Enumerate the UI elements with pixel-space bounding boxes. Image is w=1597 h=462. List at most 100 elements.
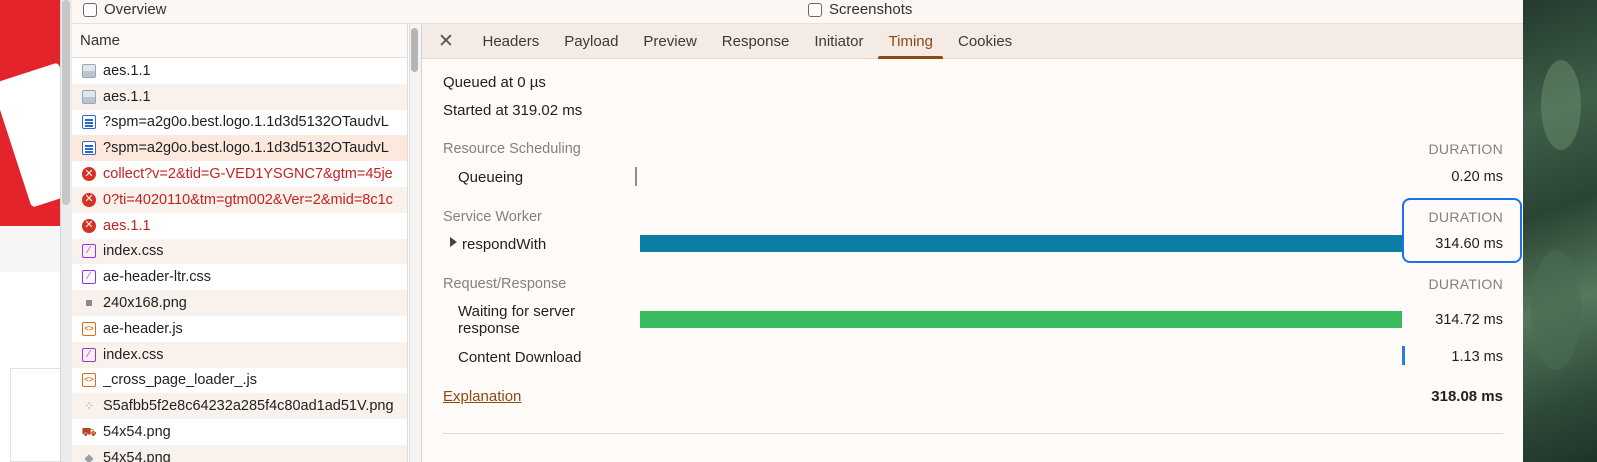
focus-highlight bbox=[1402, 198, 1522, 263]
expand-triangle-icon[interactable] bbox=[450, 237, 457, 247]
stylesheet-icon: ⁄ bbox=[82, 270, 96, 285]
request-name: S5afbb5f2e8c64232a285f4c80ad1ad51V.png bbox=[103, 398, 394, 415]
request-row[interactable]: <> _cross_page_loader_.js bbox=[72, 368, 407, 394]
section-divider bbox=[443, 433, 1503, 434]
desktop-wallpaper bbox=[1523, 0, 1597, 462]
name-column-header[interactable]: Name bbox=[72, 24, 407, 58]
request-name: collect?v=2&tid=G-VED1YSGNC7&gtm=45je bbox=[103, 166, 393, 183]
request-row[interactable]: ⁄ ae-header-ltr.css bbox=[72, 264, 407, 290]
service-worker-title: Service Worker bbox=[443, 209, 542, 225]
document-icon bbox=[82, 141, 96, 156]
respondwith-label[interactable]: respondWith bbox=[462, 236, 546, 253]
total-duration: 318.08 ms bbox=[1431, 388, 1503, 405]
request-row-failed[interactable]: ✕ aes.1.1 bbox=[72, 213, 407, 239]
started-at-text: Started at 319.02 ms bbox=[443, 102, 583, 119]
request-detail-pane: ✕ Headers Payload Preview Response Initi… bbox=[422, 24, 1523, 462]
request-name: ?spm=a2g0o.best.logo.1.1d3d5132OTaudvL bbox=[103, 114, 389, 131]
request-row-failed[interactable]: ✕ collect?v=2&tid=G-VED1YSGNC7&gtm=45je bbox=[72, 161, 407, 187]
waiting-bar bbox=[640, 311, 1402, 328]
devtools-network-panel: Overview Screenshots Name aes.1.1 aes.1.… bbox=[72, 0, 1523, 462]
tab-response[interactable]: Response bbox=[709, 24, 802, 58]
error-icon: ✕ bbox=[82, 167, 96, 182]
request-row[interactable]: ⁄ index.css bbox=[72, 341, 407, 368]
explanation-link[interactable]: Explanation bbox=[443, 388, 521, 405]
error-icon: ✕ bbox=[82, 192, 96, 207]
request-list-scrollbar[interactable] bbox=[409, 24, 421, 462]
document-icon bbox=[82, 115, 96, 130]
request-row[interactable]: ⛟ 54x54.png bbox=[72, 419, 407, 445]
image-icon bbox=[82, 89, 96, 104]
duration-header: DURATION bbox=[1428, 141, 1503, 157]
request-response-title: Request/Response bbox=[443, 276, 567, 292]
image-small-icon bbox=[86, 300, 92, 307]
request-row[interactable]: aes.1.1 bbox=[72, 58, 407, 84]
request-name: ae-header.js bbox=[103, 320, 183, 337]
font-icon: ◆ bbox=[84, 450, 94, 462]
waiting-label-line: Waiting for server bbox=[458, 303, 575, 320]
request-name: 240x168.png bbox=[103, 295, 187, 312]
request-name: aes.1.1 bbox=[103, 88, 151, 105]
request-row-failed[interactable]: ✕ 0?ti=4020110&tm=gtm002&Ver=2&mid=8c1c bbox=[72, 186, 407, 213]
tab-cookies[interactable]: Cookies bbox=[945, 24, 1024, 58]
duration-header: DURATION bbox=[1428, 276, 1503, 292]
request-row[interactable]: 240x168.png bbox=[72, 290, 407, 316]
script-icon: <> bbox=[82, 373, 96, 388]
request-row[interactable]: <> ae-header.js bbox=[72, 316, 407, 342]
script-icon: <> bbox=[82, 321, 96, 336]
error-icon: ✕ bbox=[82, 218, 96, 233]
product-banner bbox=[0, 0, 60, 226]
request-row[interactable]: ◆ 54x54.png bbox=[72, 444, 407, 462]
overview-checkbox[interactable]: Overview bbox=[83, 1, 167, 18]
content-download-label: Content Download bbox=[458, 349, 582, 366]
stylesheet-icon: ⁄ bbox=[82, 244, 96, 259]
content-download-duration: 1.13 ms bbox=[1451, 349, 1503, 365]
tab-preview[interactable]: Preview bbox=[631, 24, 709, 58]
request-name: 54x54.png bbox=[103, 424, 171, 441]
screenshots-label: Screenshots bbox=[829, 1, 913, 18]
request-row[interactable]: ?spm=a2g0o.best.logo.1.1d3d5132OTaudvL bbox=[72, 110, 407, 136]
image-icon bbox=[82, 63, 96, 78]
close-icon[interactable]: ✕ bbox=[422, 24, 470, 58]
waiting-label: Waiting for server response bbox=[458, 303, 575, 337]
waiting-duration: 314.72 ms bbox=[1435, 312, 1503, 328]
detail-tabs: ✕ Headers Payload Preview Response Initi… bbox=[422, 24, 1523, 59]
product-card-image bbox=[0, 62, 60, 208]
wallpaper-leaf bbox=[1541, 60, 1581, 150]
truck-image-icon: ⛟ bbox=[81, 425, 97, 440]
overview-label: Overview bbox=[104, 1, 167, 18]
request-name: _cross_page_loader_.js bbox=[103, 372, 257, 389]
request-row[interactable]: aes.1.1 bbox=[72, 83, 407, 110]
queueing-bar bbox=[635, 167, 637, 186]
request-list-scrollbar-thumb[interactable] bbox=[411, 28, 418, 72]
page-content-box bbox=[10, 368, 60, 462]
respondwith-bar bbox=[640, 235, 1402, 252]
tab-initiator[interactable]: Initiator bbox=[802, 24, 876, 58]
queued-at-text: Queued at 0 µs bbox=[443, 74, 546, 91]
request-name: index.css bbox=[103, 243, 164, 260]
request-name: 0?ti=4020110&tm=gtm002&Ver=2&mid=8c1c bbox=[103, 191, 393, 208]
page-scrollbar-thumb[interactable] bbox=[62, 0, 70, 205]
checkbox-box[interactable] bbox=[83, 2, 97, 17]
request-name: 54x54.png bbox=[103, 449, 171, 462]
font-icon: ⁘ bbox=[83, 399, 95, 414]
content-download-bar bbox=[1402, 346, 1405, 365]
tab-timing[interactable]: Timing bbox=[876, 24, 945, 59]
network-toolbar: Overview Screenshots bbox=[72, 0, 1523, 24]
request-row[interactable]: ⁘ S5afbb5f2e8c64232a285f4c80ad1ad51V.png bbox=[72, 393, 407, 420]
stylesheet-icon: ⁄ bbox=[82, 347, 96, 362]
screenshots-checkbox[interactable]: Screenshots bbox=[808, 1, 912, 18]
waiting-label-line: response bbox=[458, 320, 520, 337]
tab-payload[interactable]: Payload bbox=[552, 24, 631, 58]
request-name: index.css bbox=[103, 346, 164, 363]
queueing-duration: 0.20 ms bbox=[1451, 169, 1503, 185]
request-list: Name aes.1.1 aes.1.1 ?spm=a2g0o.best.log… bbox=[72, 24, 408, 462]
request-name: ae-header-ltr.css bbox=[103, 269, 211, 286]
checkbox-box[interactable] bbox=[808, 2, 822, 17]
request-row-selected[interactable]: ?spm=a2g0o.best.logo.1.1d3d5132OTaudvL bbox=[72, 135, 407, 162]
resource-scheduling-title: Resource Scheduling bbox=[443, 141, 581, 157]
request-row[interactable]: ⁄ index.css bbox=[72, 238, 407, 265]
request-name: aes.1.1 bbox=[103, 217, 151, 234]
wallpaper-leaf bbox=[1531, 250, 1581, 370]
request-name: ?spm=a2g0o.best.logo.1.1d3d5132OTaudvL bbox=[103, 140, 389, 157]
tab-headers[interactable]: Headers bbox=[470, 24, 552, 58]
